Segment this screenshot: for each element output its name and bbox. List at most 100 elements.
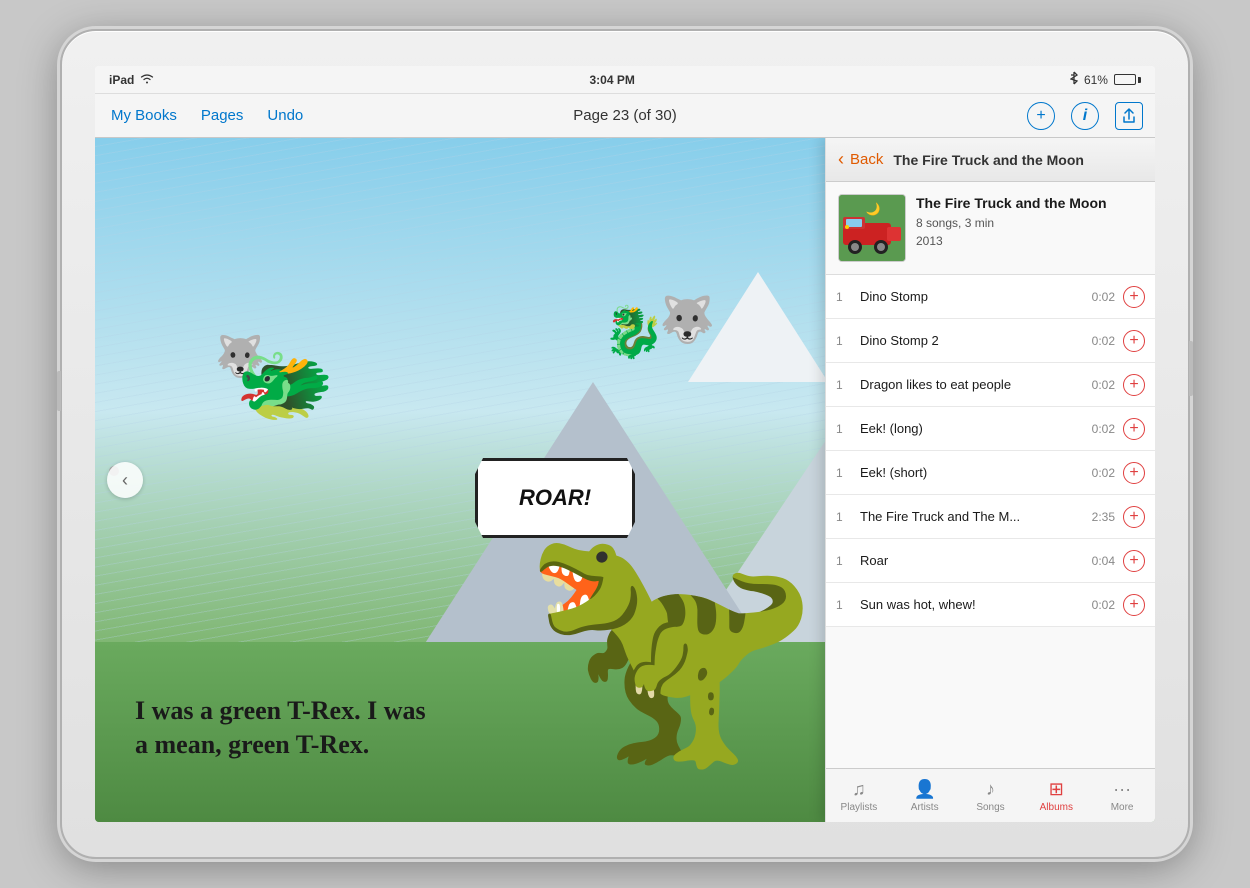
playlists-label: Playlists xyxy=(841,802,878,813)
song-duration: 0:02 xyxy=(1092,334,1115,348)
song-track-num: 1 xyxy=(836,466,852,480)
red-dragon: 🐲 xyxy=(235,338,335,432)
song-row[interactable]: 1 Sun was hot, whew! 0:02 + xyxy=(826,583,1155,627)
page-info: Page 23 (of 30) xyxy=(573,107,676,124)
undo-button[interactable]: Undo xyxy=(263,105,307,126)
book-text-line1: I was a green T-Rex. I was xyxy=(135,694,426,728)
toolbar-left: My Books Pages Undo xyxy=(107,105,307,126)
more-icon: ··· xyxy=(1113,779,1131,800)
song-name: Roar xyxy=(860,553,1092,568)
device-label: iPad xyxy=(109,73,134,87)
bluetooth-icon xyxy=(1070,71,1078,88)
pages-button[interactable]: Pages xyxy=(197,105,248,126)
back-button[interactable]: Back xyxy=(850,151,883,168)
song-add-button[interactable]: + xyxy=(1123,506,1145,528)
song-row[interactable]: 1 Dino Stomp 0:02 + xyxy=(826,275,1155,319)
song-row[interactable]: 1 Eek! (short) 0:02 + xyxy=(826,451,1155,495)
song-add-button[interactable]: + xyxy=(1123,286,1145,308)
song-add-button[interactable]: + xyxy=(1123,550,1145,572)
album-year: 2013 xyxy=(916,234,1143,248)
tab-more[interactable]: ··· More xyxy=(1089,769,1155,822)
tab-albums[interactable]: ⊞ Albums xyxy=(1023,769,1089,822)
status-right: 61% xyxy=(1070,71,1141,88)
panel-title: The Fire Truck and the Moon xyxy=(893,152,1084,168)
song-track-num: 1 xyxy=(836,510,852,524)
panel-tabs: ♫ Playlists 👤 Artists ♪ Songs ⊞ Albums ·… xyxy=(826,768,1155,822)
volume-button[interactable] xyxy=(57,371,61,411)
song-name: Dino Stomp xyxy=(860,289,1092,304)
artists-label: Artists xyxy=(911,802,939,813)
playlists-icon: ♫ xyxy=(852,779,866,800)
book-text-line2: a mean, green T-Rex. xyxy=(135,728,426,762)
song-add-button[interactable]: + xyxy=(1123,418,1145,440)
song-duration: 2:35 xyxy=(1092,510,1115,524)
song-list: 1 Dino Stomp 0:02 + 1 Dino Stomp 2 0:02 … xyxy=(826,275,1155,768)
song-name: The Fire Truck and The M... xyxy=(860,509,1092,524)
svg-text:🌙: 🌙 xyxy=(866,202,881,216)
green-trex: 🦖 xyxy=(521,522,820,762)
status-time: 3:04 PM xyxy=(589,73,634,87)
songs-icon: ♪ xyxy=(986,779,995,800)
song-duration: 0:02 xyxy=(1092,466,1115,480)
back-chevron-icon: ‹ xyxy=(838,149,844,170)
song-track-num: 1 xyxy=(836,334,852,348)
album-art: 🌙 xyxy=(838,194,906,262)
ipad-screen: iPad 3:04 PM 61% xyxy=(95,66,1155,822)
my-books-button[interactable]: My Books xyxy=(107,105,181,126)
add-button[interactable]: + xyxy=(1027,102,1055,130)
song-duration: 0:02 xyxy=(1092,598,1115,612)
toolbar: My Books Pages Undo Page 23 (of 30) + i xyxy=(95,94,1155,138)
more-label: More xyxy=(1111,802,1134,813)
song-duration: 0:02 xyxy=(1092,290,1115,304)
main-content: 🐺 🐉 🐺 🐲 ROAR! 🦖 I was a green T-Rex. I w… xyxy=(95,138,1155,822)
song-row[interactable]: 1 Dino Stomp 2 0:02 + xyxy=(826,319,1155,363)
album-info: 🌙 The Fire Truck and the Moon 8 songs, 3… xyxy=(826,182,1155,275)
song-track-num: 1 xyxy=(836,554,852,568)
panel-header: ‹ Back The Fire Truck and the Moon xyxy=(826,138,1155,182)
song-row[interactable]: 1 Eek! (long) 0:02 + xyxy=(826,407,1155,451)
song-track-num: 1 xyxy=(836,378,852,392)
song-name: Dino Stomp 2 xyxy=(860,333,1092,348)
song-add-button[interactable]: + xyxy=(1123,330,1145,352)
song-row[interactable]: 1 Dragon likes to eat people 0:02 + xyxy=(826,363,1155,407)
song-track-num: 1 xyxy=(836,598,852,612)
songs-label: Songs xyxy=(976,802,1004,813)
tab-artists[interactable]: 👤 Artists xyxy=(892,769,958,822)
flying-dragon: 🐉 xyxy=(603,303,665,362)
song-duration: 0:02 xyxy=(1092,378,1115,392)
wolf-mountain: 🐺 xyxy=(659,293,715,346)
info-button[interactable]: i xyxy=(1071,102,1099,130)
song-duration: 0:04 xyxy=(1092,554,1115,568)
tab-playlists[interactable]: ♫ Playlists xyxy=(826,769,892,822)
song-add-button[interactable]: + xyxy=(1123,462,1145,484)
battery-icon xyxy=(1114,74,1141,85)
song-row[interactable]: 1 Roar 0:04 + xyxy=(826,539,1155,583)
song-add-button[interactable]: + xyxy=(1123,594,1145,616)
ipad-shell: iPad 3:04 PM 61% xyxy=(60,29,1190,859)
album-details: The Fire Truck and the Moon 8 songs, 3 m… xyxy=(916,194,1143,248)
status-bar: iPad 3:04 PM 61% xyxy=(95,66,1155,94)
album-songs-count: 8 songs, 3 min xyxy=(916,216,1143,230)
song-name: Sun was hot, whew! xyxy=(860,597,1092,612)
song-name: Eek! (short) xyxy=(860,465,1092,480)
song-add-button[interactable]: + xyxy=(1123,374,1145,396)
song-name: Dragon likes to eat people xyxy=(860,377,1092,392)
prev-page-button[interactable]: ‹ xyxy=(107,462,143,498)
song-track-num: 1 xyxy=(836,290,852,304)
song-duration: 0:02 xyxy=(1092,422,1115,436)
song-track-num: 1 xyxy=(836,422,852,436)
song-row[interactable]: 1 The Fire Truck and The M... 2:35 + xyxy=(826,495,1155,539)
status-left: iPad xyxy=(109,72,154,87)
albums-label: Albums xyxy=(1040,802,1073,813)
battery-percent: 61% xyxy=(1084,73,1108,87)
power-button[interactable] xyxy=(1189,341,1193,396)
wifi-icon xyxy=(140,72,154,87)
toolbar-right: + i xyxy=(1027,102,1143,130)
tab-songs[interactable]: ♪ Songs xyxy=(958,769,1024,822)
song-name: Eek! (long) xyxy=(860,421,1092,436)
music-panel: ‹ Back The Fire Truck and the Moon xyxy=(825,138,1155,822)
share-button[interactable] xyxy=(1115,102,1143,130)
albums-icon: ⊞ xyxy=(1049,779,1064,800)
book-text: I was a green T-Rex. I was a mean, green… xyxy=(135,694,426,762)
album-title: The Fire Truck and the Moon xyxy=(916,194,1143,212)
